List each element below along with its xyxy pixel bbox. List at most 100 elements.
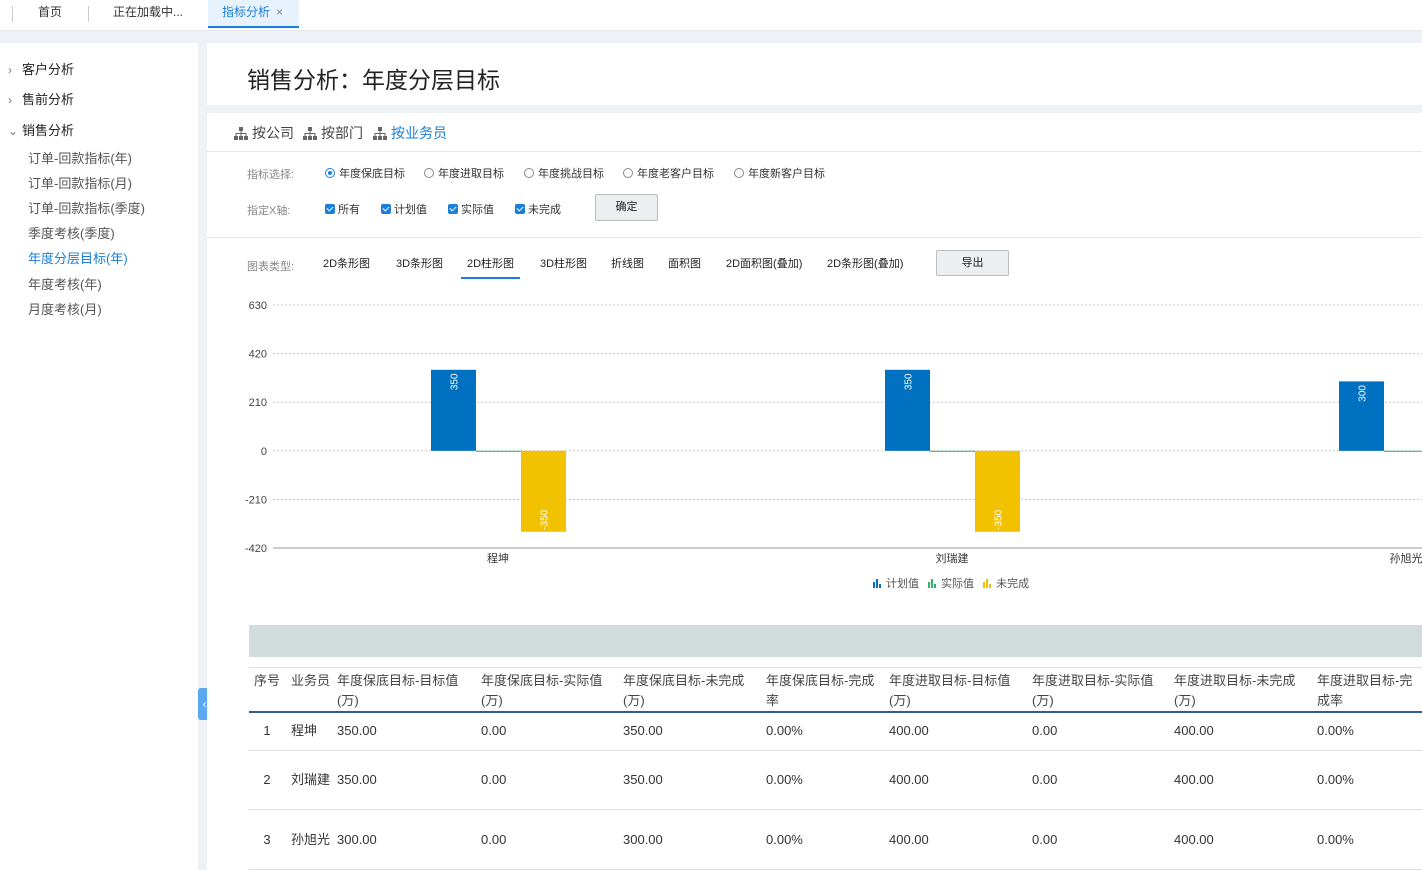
- close-icon[interactable]: ×: [276, 5, 283, 19]
- checkbox-icon: [325, 204, 335, 214]
- tab-home[interactable]: 首页: [38, 0, 62, 28]
- table-row[interactable]: 1 程坤 350.00 0.00 350.00 0.00% 400.00 0.0…: [249, 712, 1422, 751]
- sidebar-item-order-year[interactable]: 订单-回款指标(年): [28, 148, 132, 167]
- column-header[interactable]: 年度进取目标-未完成(万): [1168, 667, 1311, 713]
- bar-actual[interactable]: [476, 450, 521, 452]
- tab-indicator-analysis[interactable]: 指标分析 ×: [208, 0, 299, 28]
- radio-label: 年度新客户目标: [748, 168, 825, 180]
- checkbox-label: 实际值: [461, 204, 494, 216]
- sidebar-group-customer[interactable]: › 客户分析: [8, 59, 74, 78]
- chart-type-2d-area-stacked[interactable]: 2D面积图(叠加): [726, 255, 802, 271]
- y-tick-label: -210: [245, 494, 267, 506]
- sidebar-item-annual-tier-target[interactable]: 年度分层目标(年): [28, 248, 128, 267]
- table-cell: 400.00: [1168, 712, 1311, 751]
- sidebar-group-label: 客户分析: [22, 62, 75, 77]
- checkbox-label: 计划值: [394, 204, 427, 216]
- radio-annual-challenge[interactable]: 年度挑战目标: [524, 165, 604, 181]
- org-chart-icon: [303, 127, 317, 140]
- chart-type-3d-column[interactable]: 3D柱形图: [540, 255, 587, 271]
- table-cell: 0.00%: [1311, 809, 1422, 870]
- chart-type-2d-column[interactable]: 2D柱形图: [461, 255, 521, 279]
- radio-label: 年度进取目标: [438, 168, 504, 180]
- table-cell: 400.00: [1168, 809, 1311, 870]
- column-header[interactable]: 序号: [249, 667, 285, 713]
- legend-item-incomplete[interactable]: 未完成: [983, 575, 1029, 591]
- table-header-row: 序号 业务员 年度保底目标-目标值(万) 年度保底目标-实际值(万) 年度保底目…: [249, 667, 1422, 713]
- chart-legend: 计划值 实际值 未完成: [873, 575, 1035, 591]
- radio-annual-progress[interactable]: 年度进取目标: [424, 165, 504, 181]
- tab-by-department[interactable]: 按部门: [303, 123, 363, 143]
- legend-item-plan[interactable]: 计划值: [873, 575, 919, 591]
- table-cell: 1: [249, 712, 285, 751]
- legend-item-actual[interactable]: 实际值: [928, 575, 974, 591]
- tab-separator: [88, 6, 89, 22]
- bar-actual[interactable]: [1384, 450, 1422, 452]
- checkbox-plan[interactable]: 计划值: [381, 201, 427, 217]
- sidebar-item-order-month[interactable]: 订单-回款指标(月): [28, 173, 132, 192]
- tab-loading[interactable]: 正在加载中...: [113, 0, 183, 28]
- tab-label: 按部门: [321, 125, 363, 141]
- legend-label: 计划值: [886, 578, 919, 590]
- bar-chart-icon: [928, 579, 937, 588]
- table-cell: 孙旭光: [285, 809, 331, 870]
- tab-loading-label: 正在加载中...: [113, 5, 184, 19]
- radio-annual-old-customer[interactable]: 年度老客户目标: [623, 165, 714, 181]
- chevron-down-icon: ⌄: [8, 124, 19, 138]
- x-category-label: 孙旭光: [1390, 551, 1422, 565]
- table-cell: 0.00%: [760, 809, 883, 870]
- bar-actual[interactable]: [930, 450, 975, 452]
- page-header: 销售分析：年度分层目标: [207, 43, 1422, 105]
- radio-annual-new-customer[interactable]: 年度新客户目标: [734, 165, 825, 181]
- sidebar-item-quarter-assess[interactable]: 季度考核(季度): [28, 223, 115, 242]
- checkbox-incomplete[interactable]: 未完成: [515, 201, 561, 217]
- column-header[interactable]: 年度进取目标-完成率: [1311, 667, 1422, 713]
- chart-type-3d-bar[interactable]: 3D条形图: [396, 255, 443, 271]
- table-row[interactable]: 2 刘瑞建 350.00 0.00 350.00 0.00% 400.00 0.…: [249, 750, 1422, 811]
- checkbox-all[interactable]: 所有: [325, 201, 360, 217]
- column-header[interactable]: 年度保底目标-目标值(万): [331, 667, 475, 713]
- org-chart-icon: [234, 127, 248, 140]
- radio-label: 年度保底目标: [339, 168, 405, 180]
- metric-select-label: 指标选择:: [247, 169, 295, 181]
- column-header[interactable]: 年度保底目标-实际值(万): [475, 667, 617, 713]
- radio-label: 年度老客户目标: [637, 168, 714, 180]
- tab-separator: [12, 6, 13, 22]
- export-button[interactable]: 导出: [936, 250, 1009, 276]
- radio-label: 年度挑战目标: [538, 168, 604, 180]
- sidebar-item-annual-assess[interactable]: 年度考核(年): [28, 274, 102, 293]
- table-cell: 0.00%: [1311, 750, 1422, 811]
- table-cell: 0.00: [1026, 712, 1168, 751]
- chevron-right-icon: ›: [8, 63, 12, 77]
- table-cell: 0.00: [475, 712, 617, 751]
- chart-type-label: 图表类型:: [247, 261, 295, 273]
- column-header[interactable]: 业务员: [285, 667, 331, 713]
- sidebar-group-sales[interactable]: ⌄ 销售分析: [8, 120, 74, 139]
- chart-type-line[interactable]: 折线图: [611, 255, 644, 271]
- checkbox-actual[interactable]: 实际值: [448, 201, 494, 217]
- radio-icon: [623, 168, 633, 178]
- legend-label: 实际值: [941, 578, 975, 590]
- table-cell: 350.00: [617, 712, 760, 751]
- column-header[interactable]: 年度进取目标-目标值(万): [883, 667, 1026, 713]
- chart-type-2d-bar-stacked[interactable]: 2D条形图(叠加): [827, 255, 903, 271]
- table-cell: 350.00: [331, 712, 475, 751]
- tab-by-company[interactable]: 按公司: [234, 123, 294, 143]
- sidebar-item-month-assess[interactable]: 月度考核(月): [28, 299, 102, 318]
- chart-type-area[interactable]: 面积图: [668, 255, 701, 271]
- radio-annual-base[interactable]: 年度保底目标: [325, 165, 405, 181]
- table-row[interactable]: 3 孙旭光 300.00 0.00 300.00 0.00% 400.00 0.…: [249, 809, 1422, 870]
- sidebar-item-order-quarter[interactable]: 订单-回款指标(季度): [28, 198, 145, 217]
- column-header[interactable]: 年度保底目标-未完成(万): [617, 667, 760, 713]
- sidebar-group-presales[interactable]: › 售前分析: [8, 89, 74, 108]
- checkbox-icon: [515, 204, 525, 214]
- checkbox-icon: [448, 204, 458, 214]
- y-tick-label: -420: [245, 543, 267, 555]
- column-header[interactable]: 年度保底目标-完成率: [760, 667, 883, 713]
- column-header[interactable]: 年度进取目标-实际值(万): [1026, 667, 1168, 713]
- tab-by-salesperson[interactable]: 按业务员: [373, 123, 447, 143]
- sidebar-group-label: 售前分析: [22, 92, 75, 107]
- chart-type-2d-bar[interactable]: 2D条形图: [323, 255, 370, 271]
- table-cell: 2: [249, 750, 285, 811]
- confirm-button[interactable]: 确定: [595, 194, 658, 221]
- table-cell: 300.00: [331, 809, 475, 870]
